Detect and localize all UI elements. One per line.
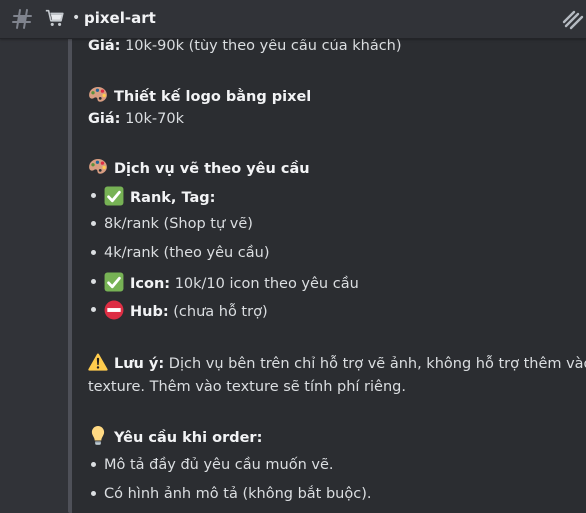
logo-price-line: Giá: 10k-70k [88,111,185,127]
list-bullet [91,279,96,284]
list-bullet [91,307,96,312]
note-line: Lưu ý: Dịch vụ bên trên chỉ hỗ trợ vẽ ản… [88,352,586,374]
lightbulb-icon [88,426,108,446]
shopping-cart-icon [44,7,66,29]
list-bullet [91,193,96,198]
separator-dot: • [72,10,81,26]
list-item: Mô tả đầy đủ yêu cầu muốn vẽ. [104,457,334,473]
custom-section-title: Dịch vụ vẽ theo yêu cầu [88,157,310,179]
list-bullet [91,491,96,496]
partial-price-line: Giá: 10k-90k (tùy theo yêu cầu của khách… [88,38,402,54]
artist-palette-icon [88,157,108,177]
list-bullet [91,221,96,226]
list-item: 4k/rank (theo yêu cầu) [104,245,270,261]
threads-icon[interactable] [560,6,586,32]
channel-title: pixel-art [84,9,156,27]
no-entry-icon [104,300,124,320]
check-icon [104,272,124,292]
list-item: 8k/rank (Shop tự vẽ) [104,216,253,232]
artist-palette-icon [88,85,108,105]
list-item: Icon: 10k/10 icon theo yêu cầu [104,272,359,294]
check-icon [104,186,124,206]
list-item: Hub: (chưa hỗ trợ) [104,300,268,322]
list-item: Rank, Tag: [104,186,215,208]
note-line-continued: texture. Thêm vào texture sẽ tính phí ri… [88,379,406,395]
list-item: Có hình ảnh mô tả (không bắt buộc). [104,486,372,502]
hash-icon [10,7,34,31]
logo-section-title: Thiết kế logo bằng pixel [88,85,311,107]
order-requirements-title: Yêu cầu khi order: [88,426,262,448]
list-bullet [91,462,96,467]
warning-icon [88,352,108,372]
list-bullet [91,250,96,255]
message-area: Giá: 10k-90k (tùy theo yêu cầu của khách… [0,0,586,513]
channel-header: • pixel-art [0,0,586,39]
